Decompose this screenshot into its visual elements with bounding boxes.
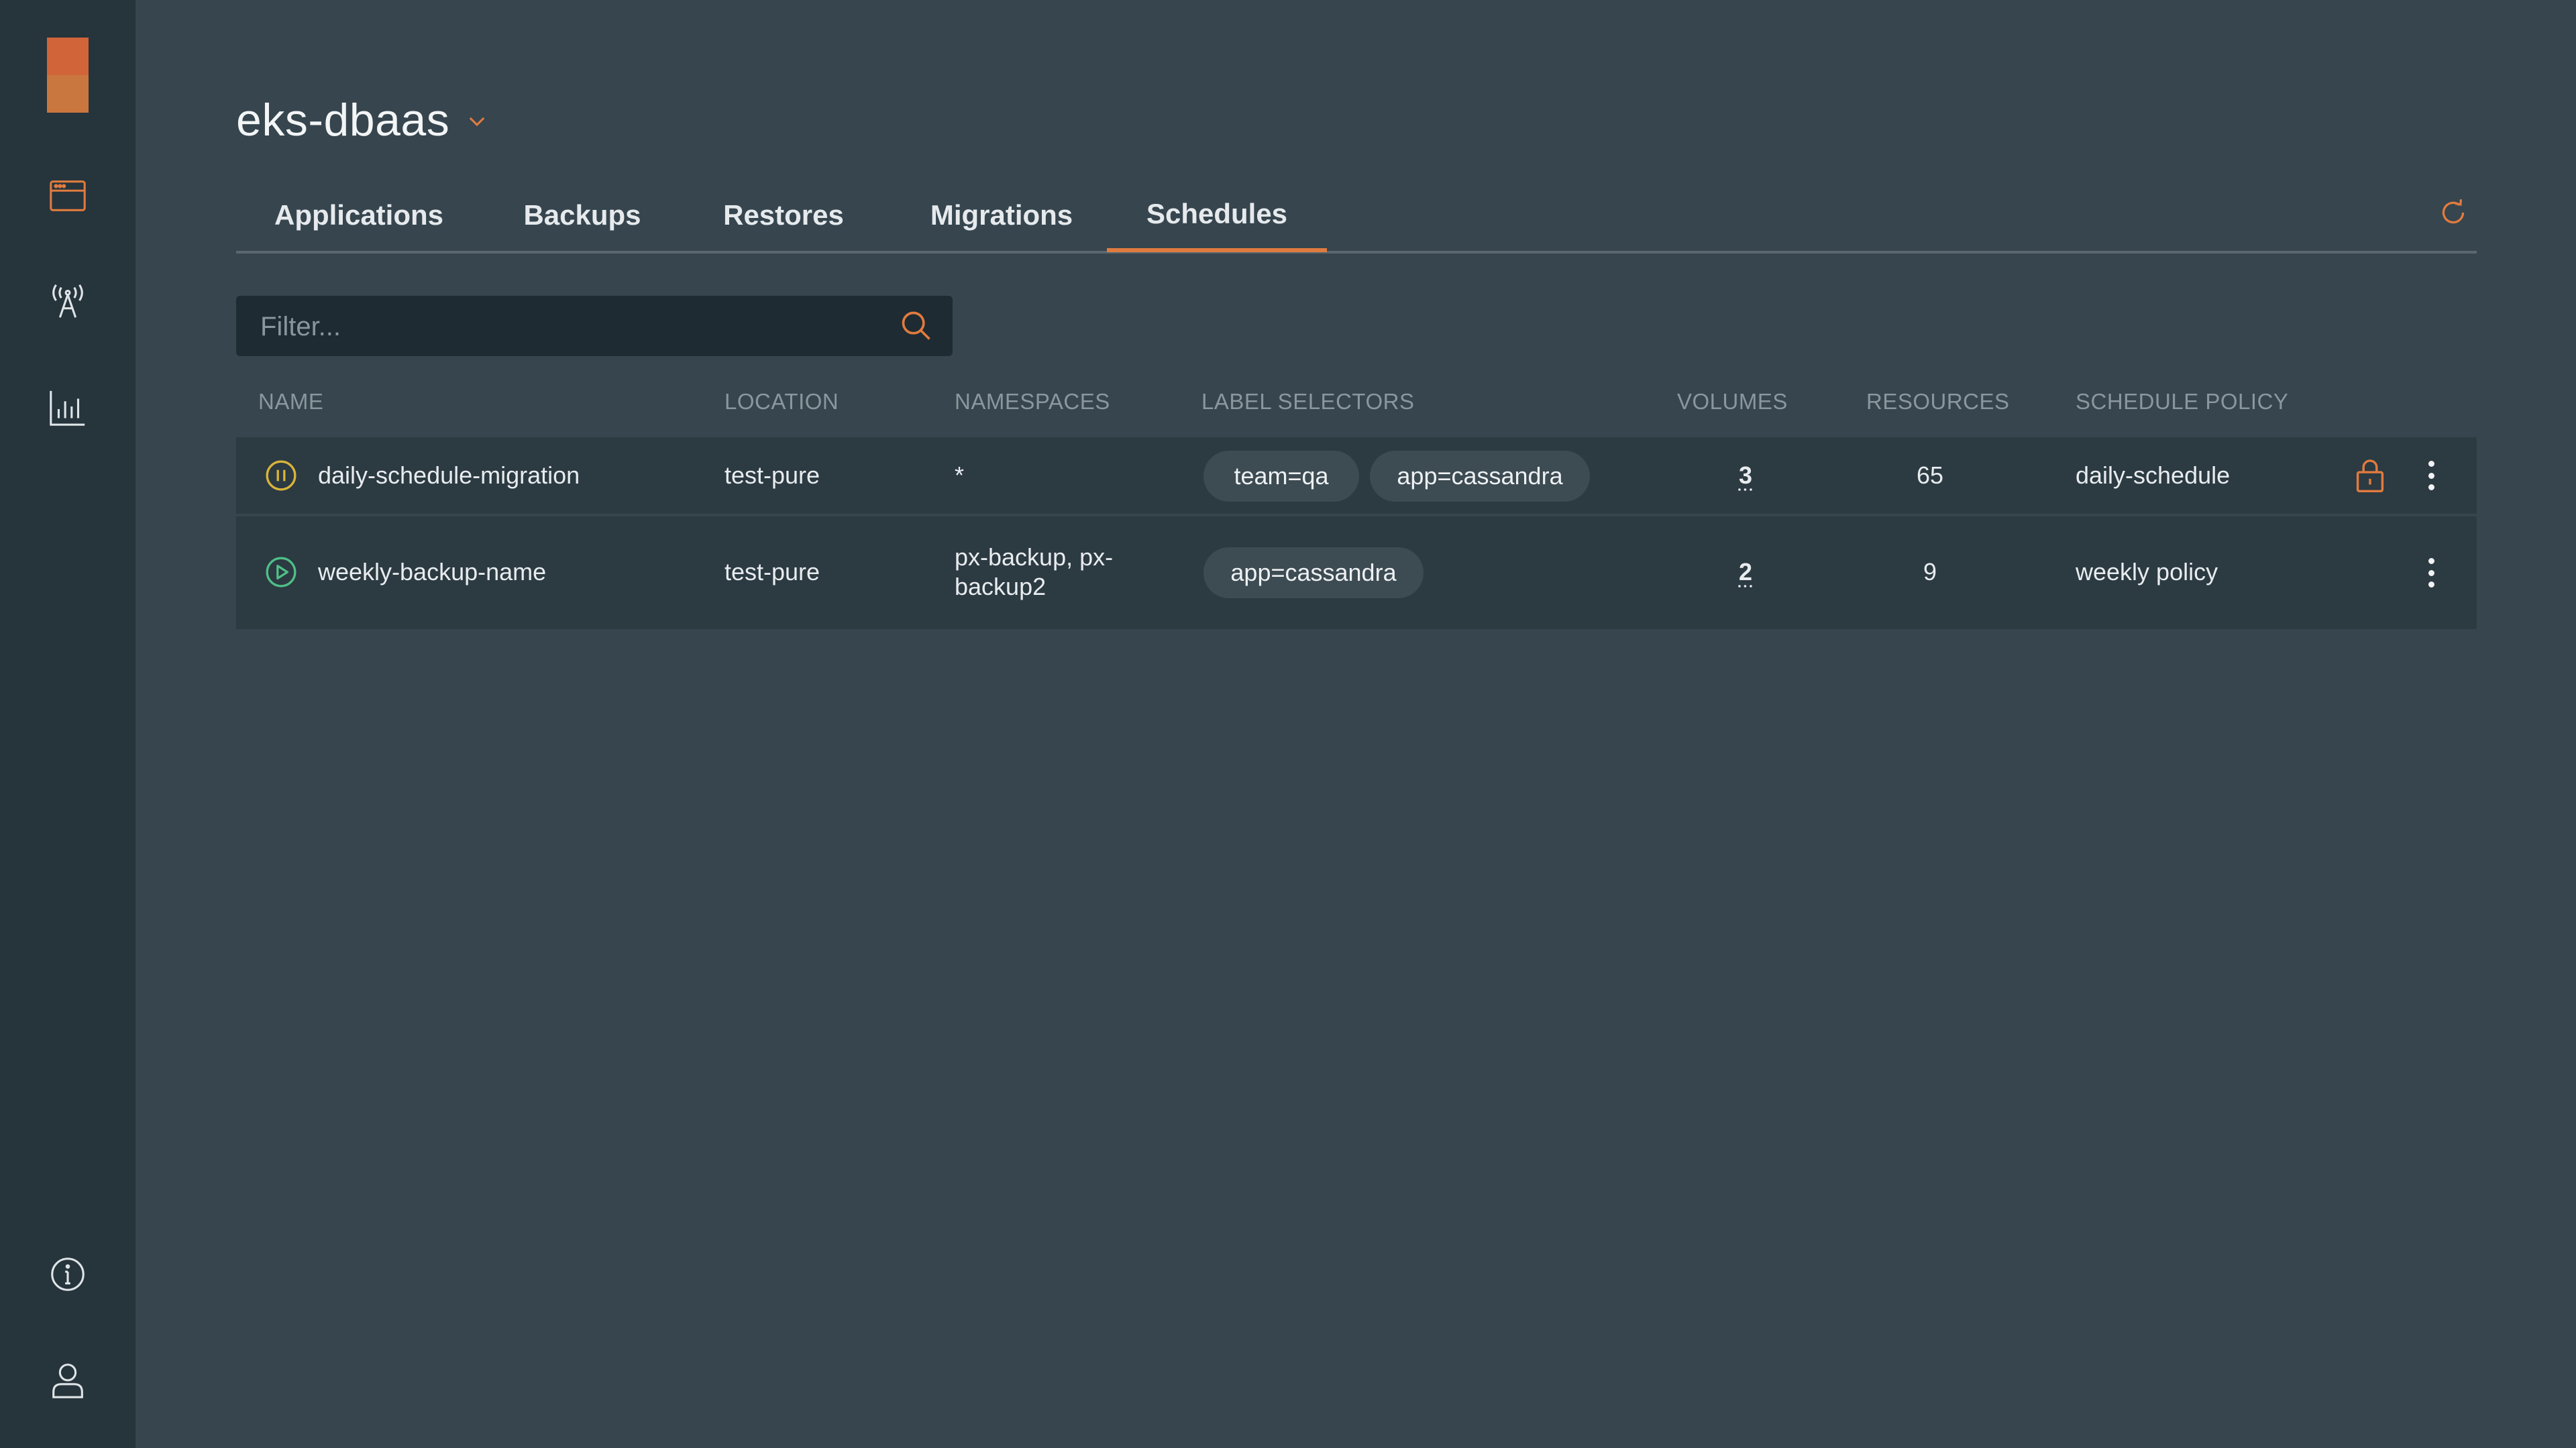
filter-input[interactable] (259, 296, 879, 357)
refresh-icon[interactable] (2436, 196, 2470, 229)
label-chip: team=qa (1203, 451, 1359, 502)
search-icon[interactable] (899, 309, 934, 343)
column-header-namespaces[interactable]: NAMESPACES (955, 389, 1110, 414)
applications-icon[interactable] (41, 169, 95, 223)
user-icon[interactable] (41, 1353, 95, 1407)
bar-chart-icon[interactable] (41, 381, 95, 435)
play-icon[interactable] (264, 555, 298, 589)
location: test-pure (724, 558, 820, 586)
tab-schedules[interactable]: Schedules (1107, 180, 1327, 252)
tab-backups[interactable]: Backups (482, 180, 683, 251)
label-chip: app=cassandra (1370, 451, 1590, 502)
schedule-policy: daily-schedule (2076, 461, 2231, 489)
resources-count: 9 (1923, 558, 1937, 586)
row-menu-icon[interactable] (2424, 455, 2438, 496)
page-title: eks-dbaas (236, 95, 450, 146)
schedule-policy: weekly policy (2076, 558, 2218, 586)
logo[interactable] (47, 38, 89, 113)
tab-bar: Applications Backups Restores Migrations… (236, 180, 2477, 254)
column-header-volumes[interactable]: VOLUMES (1677, 389, 1788, 414)
tab-applications[interactable]: Applications (236, 180, 482, 251)
row-menu-icon[interactable] (2424, 553, 2438, 593)
location: test-pure (724, 461, 820, 489)
chevron-down-icon (469, 117, 485, 127)
sidebar (0, 0, 136, 1448)
schedule-name: daily-schedule-migration (318, 461, 580, 489)
antenna-icon[interactable] (41, 275, 95, 329)
namespaces: * (955, 461, 965, 489)
label-chip: app=cassandra (1203, 547, 1424, 598)
tab-restores[interactable]: Restores (683, 180, 884, 251)
column-header-location[interactable]: LOCATION (724, 389, 839, 414)
volumes-link[interactable]: 3 (1719, 461, 1772, 490)
volumes-link[interactable]: 2 (1719, 558, 1772, 586)
namespaces: px-backup, px- (955, 543, 1114, 571)
table-row[interactable]: weekly-backup-name test-pure px-backup, … (236, 516, 2477, 629)
info-icon[interactable] (41, 1247, 95, 1301)
resources-count: 65 (1916, 461, 1944, 489)
column-header-name[interactable]: NAME (258, 389, 323, 414)
pause-icon[interactable] (264, 459, 298, 492)
filter-box (236, 296, 953, 357)
schedule-name: weekly-backup-name (318, 558, 547, 586)
column-header-schedule-policy[interactable]: SCHEDULE POLICY (2076, 389, 2288, 414)
column-header-resources[interactable]: RESOURCES (1866, 389, 2010, 414)
column-header-label-selectors[interactable]: LABEL SELECTORS (1201, 389, 1414, 414)
tab-migrations[interactable]: Migrations (884, 180, 1119, 251)
lock-icon (2356, 459, 2384, 493)
namespaces-continued: backup2 (955, 573, 1046, 600)
table-row[interactable]: daily-schedule-migration test-pure * tea… (236, 437, 2477, 514)
cluster-selector[interactable]: eks-dbaas (236, 94, 488, 146)
